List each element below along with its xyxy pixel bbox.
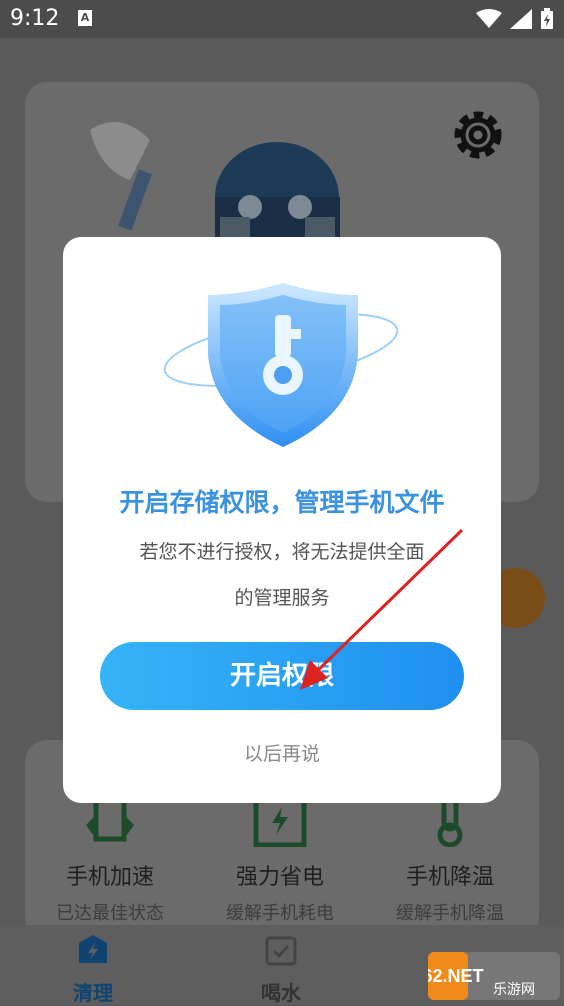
- feature-title: 强力省电: [235, 865, 324, 890]
- feature-subtitle: 缓解手机降温: [396, 903, 504, 924]
- red-arrow-annotation: [300, 528, 464, 690]
- clean-tab-icon: [79, 935, 107, 963]
- tab-label: 清理: [73, 981, 113, 1005]
- notification-a-icon: A: [78, 10, 92, 26]
- later-link[interactable]: 以后再说: [63, 739, 501, 766]
- signal-icon: [510, 9, 532, 29]
- status-bar: 9:12 A: [0, 0, 564, 38]
- status-time: 9:12: [10, 6, 60, 31]
- broom-icon: [90, 122, 152, 230]
- feature-title: 手机加速: [65, 865, 154, 890]
- battery-icon: [541, 8, 553, 29]
- shield-key-icon: [163, 283, 399, 447]
- calendar-check-icon: [265, 936, 297, 966]
- feature-subtitle: 已达最佳状态: [56, 903, 164, 924]
- wifi-icon: [476, 9, 502, 28]
- settings-gear-icon[interactable]: [448, 105, 508, 165]
- feature-title: 手机降温: [405, 865, 494, 890]
- watermark-text-bottom: 乐游网: [493, 982, 535, 998]
- feature-cool-down[interactable]: 手机降温 缓解手机降温: [375, 795, 525, 925]
- feature-subtitle: 缓解手机耗电: [226, 903, 334, 924]
- tab-label: 喝水: [261, 981, 301, 1005]
- robot-illustration: [215, 142, 340, 242]
- watermark-text-top: 962.NET: [428, 966, 484, 986]
- status-icons: [476, 8, 554, 30]
- tab-clean[interactable]: 清理: [48, 933, 138, 1006]
- 962-watermark-logo: 962.NET 乐游网: [428, 952, 560, 1000]
- dialog-title: 开启存储权限，管理手机文件: [119, 488, 445, 517]
- feature-power-save[interactable]: 强力省电 缓解手机耗电: [205, 795, 355, 925]
- tab-water[interactable]: 喝水: [236, 933, 326, 1006]
- feature-speedup[interactable]: 手机加速 已达最佳状态: [35, 795, 185, 925]
